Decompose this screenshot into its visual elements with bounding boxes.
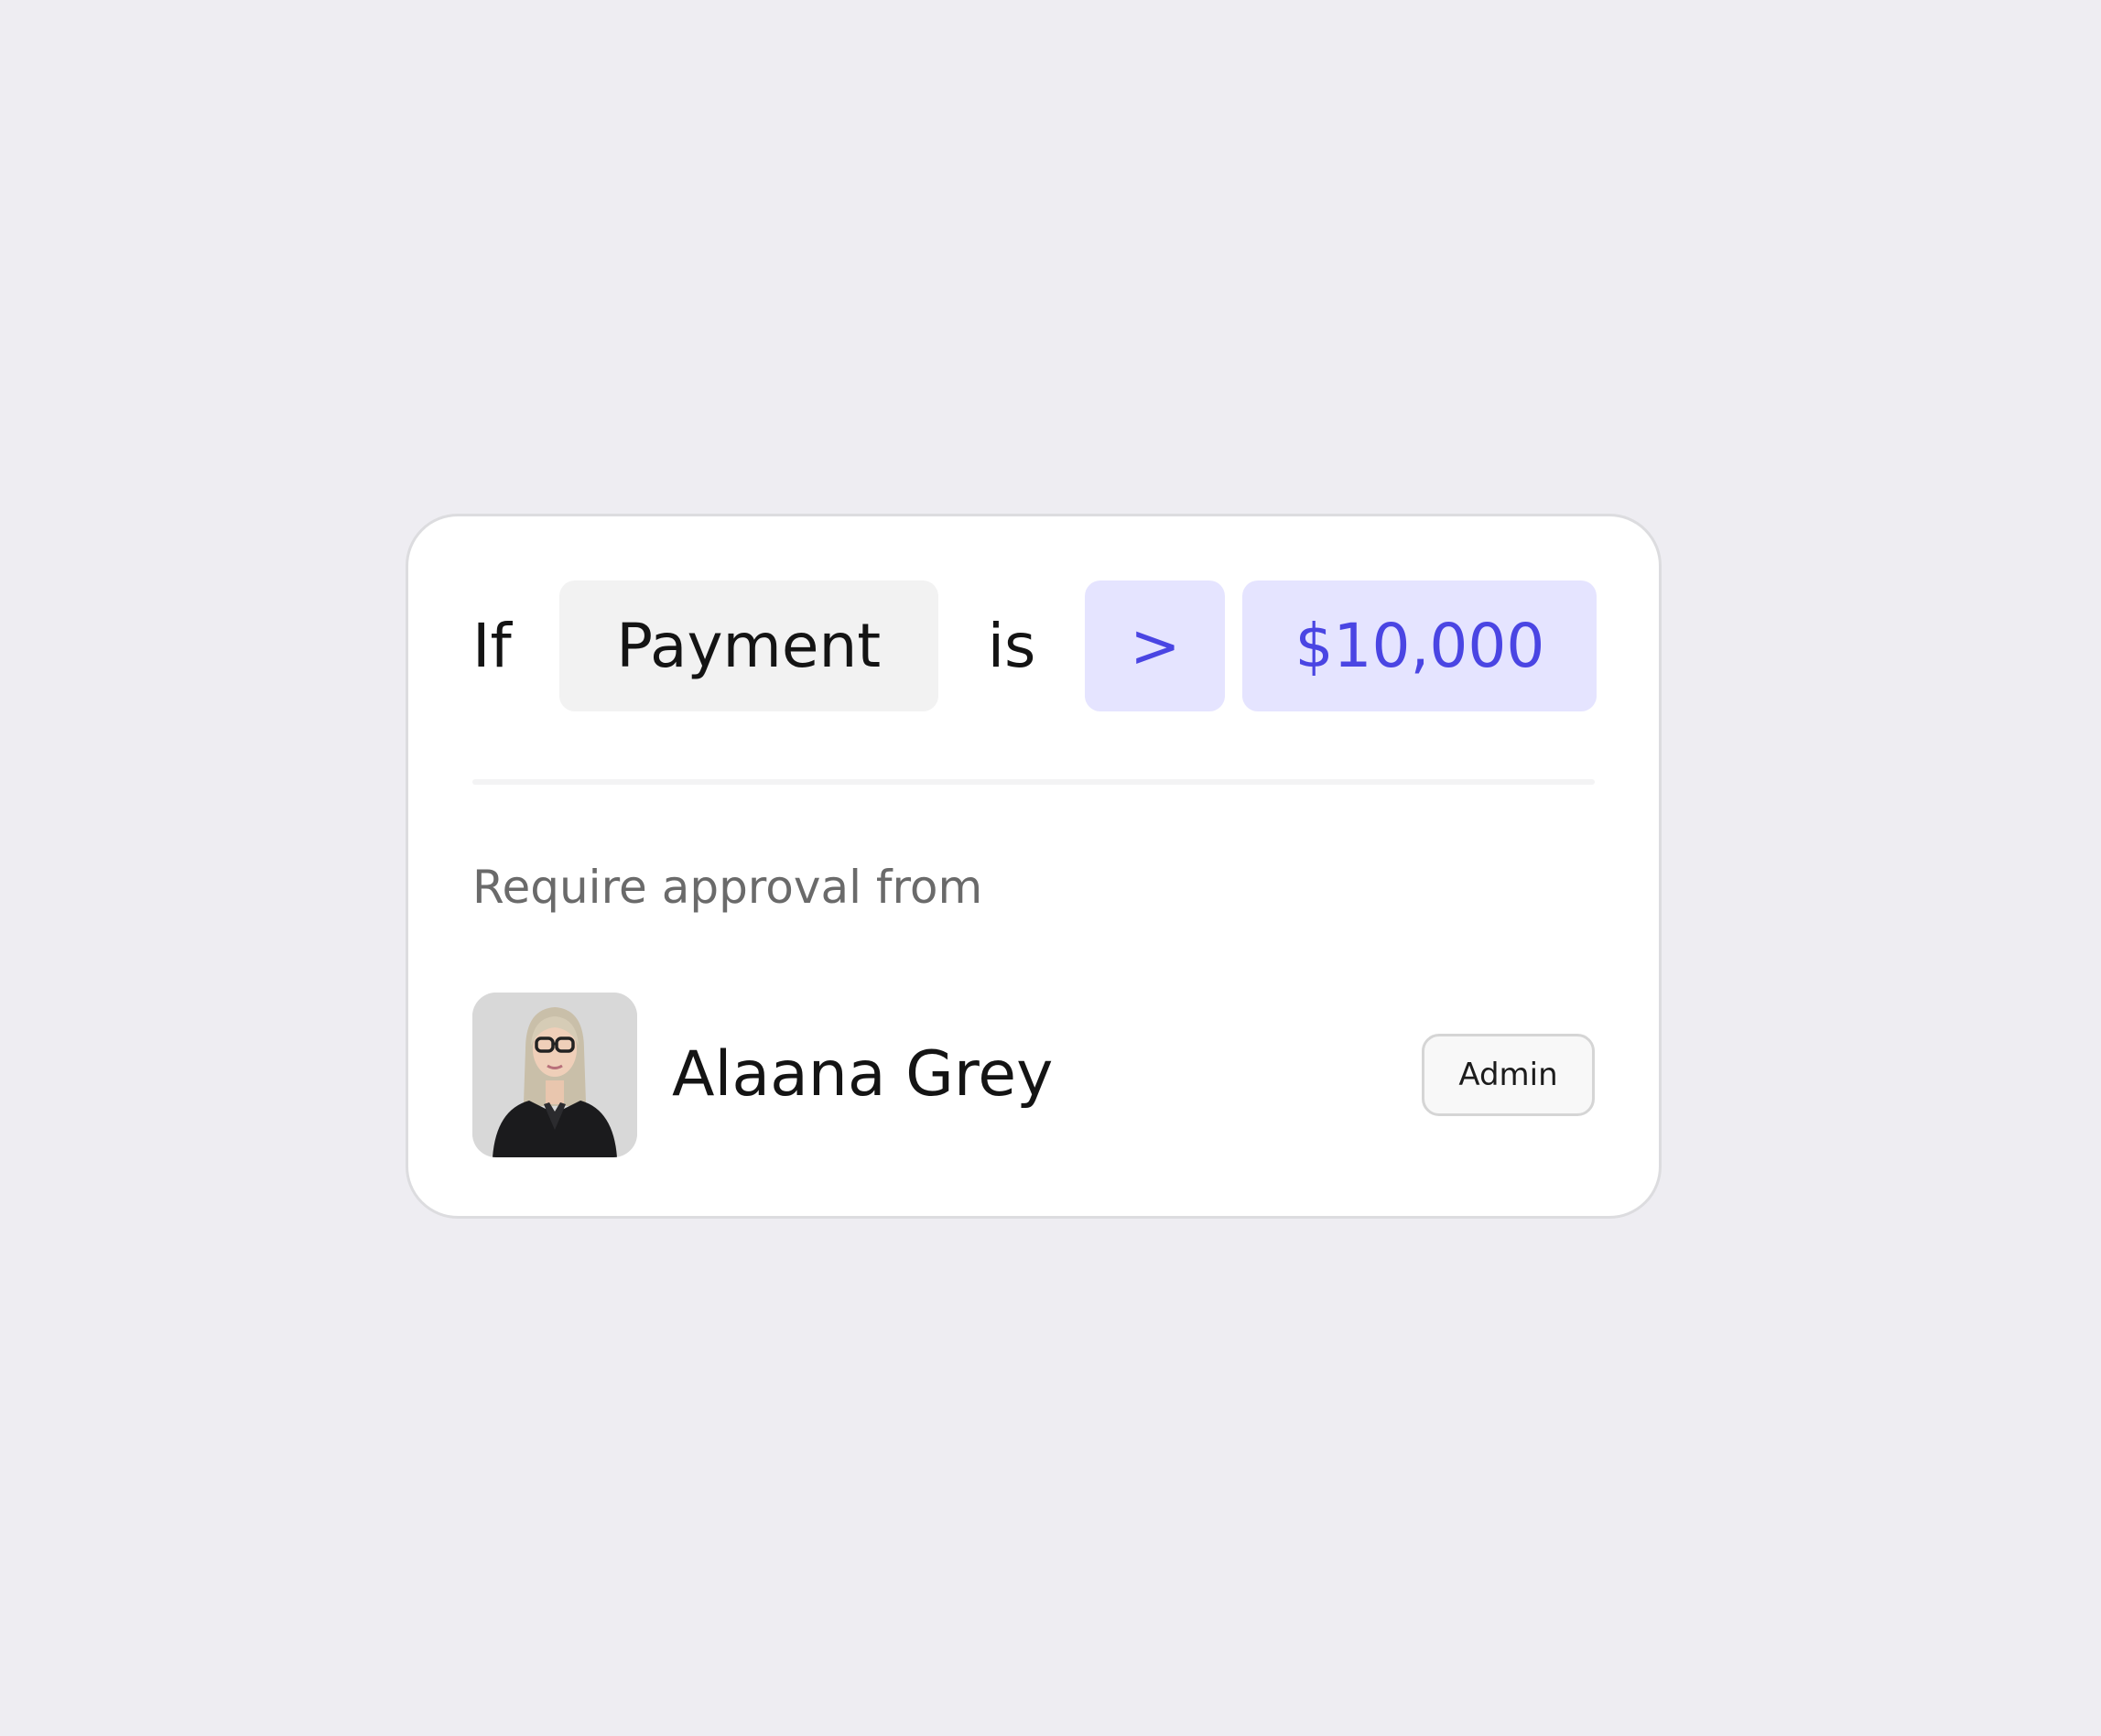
approver-row: Alaana Grey Admin [472, 993, 1595, 1157]
field-selector[interactable]: Payment [558, 580, 938, 711]
approver-name: Alaana Grey [672, 1038, 1054, 1111]
rule-condition-row: If Payment is > $10,000 [472, 580, 1597, 711]
avatar [472, 993, 637, 1157]
approval-label: Require approval from [472, 861, 983, 914]
operator-selector[interactable]: > [1085, 580, 1226, 711]
role-badge[interactable]: Admin [1422, 1034, 1595, 1116]
if-keyword: If [472, 610, 512, 681]
divider [472, 779, 1595, 785]
person-photo-icon [472, 993, 637, 1157]
is-keyword: is [987, 610, 1036, 681]
value-input[interactable]: $10,000 [1242, 580, 1597, 711]
approval-rule-card: If Payment is > $10,000 Require approval… [406, 514, 1662, 1219]
